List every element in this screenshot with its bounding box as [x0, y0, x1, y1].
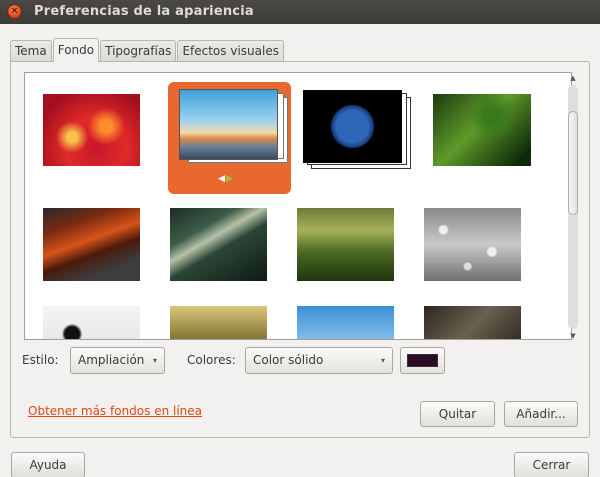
arrow-right-icon[interactable]: ▶	[226, 174, 234, 184]
wallpaper-thumb[interactable]	[303, 90, 402, 163]
chevron-down-icon: ▾	[152, 356, 157, 365]
arrow-left-icon[interactable]: ◀	[218, 174, 226, 184]
tab-fondo[interactable]: Fondo	[52, 38, 100, 62]
wallpaper-thumb[interactable]	[43, 306, 140, 339]
tab-efectos-visuales[interactable]: Efectos visuales	[177, 40, 284, 61]
help-button[interactable]: Ayuda	[11, 452, 85, 477]
add-button[interactable]: Añadir...	[504, 401, 578, 427]
colors-combo[interactable]: Color sólido ▾	[245, 347, 393, 374]
tab-tipografias[interactable]: Tipografías	[100, 40, 177, 61]
wallpaper-thumb[interactable]	[170, 306, 267, 339]
colors-combo-value: Color sólido	[253, 353, 324, 367]
tab-bar: Tema Fondo Tipografías Efectos visuales	[10, 37, 285, 62]
style-label: Estilo:	[22, 353, 59, 367]
get-more-backgrounds-link[interactable]: Obtener más fondos en línea	[28, 404, 202, 418]
tab-tema[interactable]: Tema	[10, 40, 52, 61]
wallpaper-thumb[interactable]	[424, 306, 521, 339]
window-title: Preferencias de la apariencia	[34, 4, 254, 19]
wallpaper-thumb[interactable]	[179, 89, 278, 160]
scroll-thumb[interactable]	[568, 111, 578, 215]
wallpaper-thumb[interactable]	[297, 208, 394, 281]
wallpaper-thumb[interactable]	[43, 94, 140, 166]
scroll-down-icon[interactable]: ▼	[568, 331, 578, 341]
style-combo[interactable]: Ampliación ▾	[70, 347, 165, 374]
dialog-body: Tema Fondo Tipografías Efectos visuales …	[0, 24, 600, 477]
wallpaper-thumb[interactable]	[297, 306, 394, 339]
grid-scrollbar[interactable]: ▲ ▼	[567, 73, 579, 341]
colors-label: Colores:	[187, 353, 236, 367]
color-picker-button[interactable]	[400, 347, 445, 374]
wallpaper-variant-arrows[interactable]: ◀▶	[218, 174, 234, 184]
chevron-down-icon: ▾	[380, 356, 385, 365]
close-window-icon[interactable]: ×	[7, 4, 22, 19]
wallpaper-thumb[interactable]	[433, 94, 531, 166]
wallpaper-thumb[interactable]	[424, 208, 521, 281]
remove-button[interactable]: Quitar	[420, 401, 495, 427]
background-tab-panel: ◀▶ ▲ ▼ Estilo: Ampliación ▾ Colores: Col…	[10, 61, 590, 438]
scroll-up-icon[interactable]: ▲	[568, 73, 578, 83]
close-button[interactable]: Cerrar	[514, 452, 589, 477]
wallpaper-thumb[interactable]	[43, 208, 140, 281]
style-combo-value: Ampliación	[78, 353, 145, 367]
wallpaper-thumb[interactable]	[170, 208, 267, 281]
title-bar: × Preferencias de la apariencia	[0, 0, 600, 24]
color-swatch	[407, 354, 438, 367]
wallpaper-grid[interactable]: ◀▶	[24, 72, 572, 340]
